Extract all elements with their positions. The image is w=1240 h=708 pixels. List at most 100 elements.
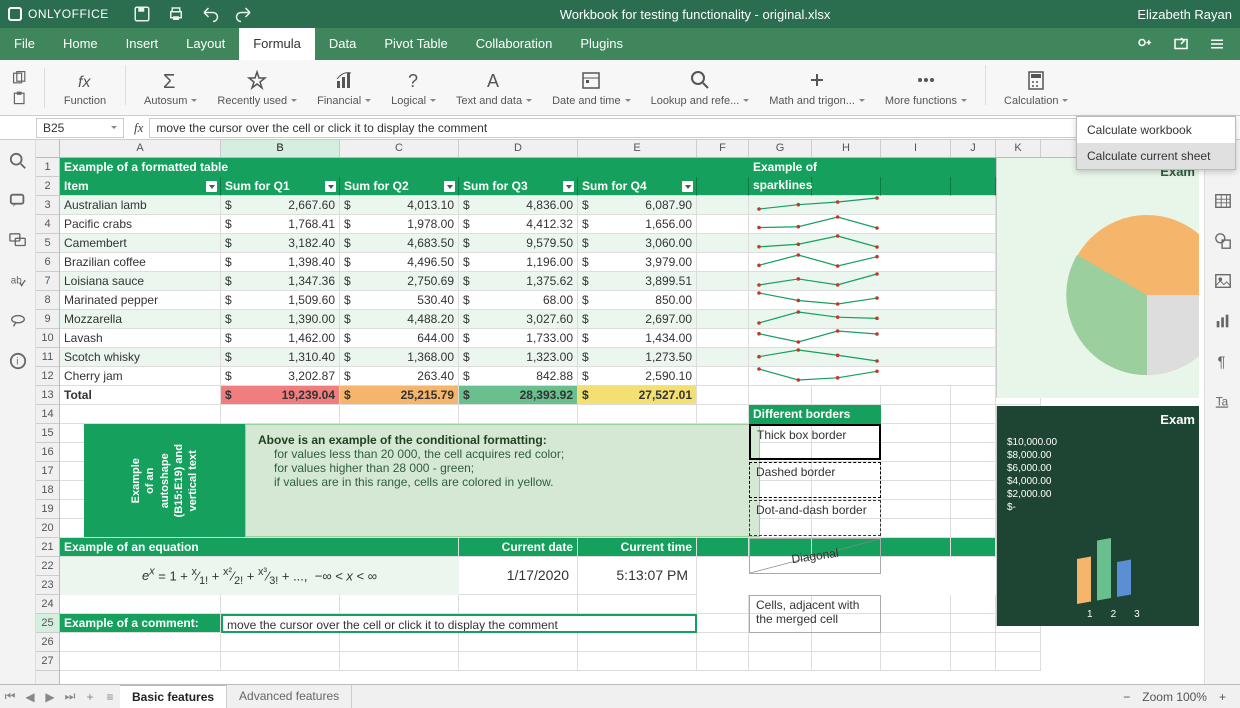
fx-icon[interactable]: fx: [134, 120, 143, 136]
tab-prev-icon[interactable]: ◀: [20, 690, 40, 704]
shape-settings-icon[interactable]: [1214, 232, 1232, 250]
copy-icon[interactable]: [12, 71, 28, 85]
name-box[interactable]: B25: [36, 118, 124, 138]
menu-formula[interactable]: Formula: [239, 28, 315, 60]
ribbon-lookup-and-refe-[interactable]: Lookup and refe...: [641, 65, 760, 111]
row-header-26[interactable]: 26: [36, 633, 59, 652]
zoom-out-icon[interactable]: −: [1123, 690, 1130, 704]
menu-file[interactable]: File: [0, 28, 49, 60]
textart-settings-icon[interactable]: Ta: [1214, 392, 1232, 410]
open-location-icon[interactable]: [1172, 35, 1190, 53]
row-header-19[interactable]: 19: [36, 500, 59, 519]
menu-pivot-table[interactable]: Pivot Table: [370, 28, 461, 60]
row-header-22[interactable]: 22: [36, 557, 59, 576]
tab-first-icon[interactable]: ⏮: [0, 689, 20, 704]
zoom-in-icon[interactable]: +: [1219, 690, 1226, 704]
ribbon-financial[interactable]: Financial: [307, 65, 381, 111]
row-header-21[interactable]: 21: [36, 538, 59, 557]
col-header-J[interactable]: J: [951, 140, 996, 157]
undo-icon[interactable]: [201, 5, 219, 23]
col-header-B[interactable]: B: [221, 140, 340, 157]
spreadsheet-grid[interactable]: ABCDEFGHIJK 1234567891011121314151617181…: [36, 140, 1204, 684]
row-header-17[interactable]: 17: [36, 462, 59, 481]
bar3d-chart-preview[interactable]: Exam$10,000.00$8,000.00$6,000.00$4,000.0…: [996, 406, 1199, 626]
menu-layout[interactable]: Layout: [172, 28, 239, 60]
chat-icon[interactable]: [9, 232, 27, 250]
ribbon-function[interactable]: fxFunction: [53, 65, 117, 111]
tab-last-icon[interactable]: ⏭: [60, 689, 80, 704]
sheet-tab-basic-features[interactable]: Basic features: [120, 685, 227, 708]
row-header-23[interactable]: 23: [36, 576, 59, 595]
row-header-5[interactable]: 5: [36, 234, 59, 253]
row-header-27[interactable]: 27: [36, 652, 59, 671]
row-header-16[interactable]: 16: [36, 443, 59, 462]
row-header-2[interactable]: 2: [36, 177, 59, 196]
current-date[interactable]: 1/17/2020: [459, 557, 578, 595]
chart-settings-icon[interactable]: [1214, 312, 1232, 330]
row-header-12[interactable]: 12: [36, 367, 59, 386]
row-header-8[interactable]: 8: [36, 291, 59, 310]
feedback-icon[interactable]: [9, 312, 27, 330]
paste-icon[interactable]: [12, 91, 28, 105]
comment-cell[interactable]: move the cursor over the cell or click i…: [221, 614, 697, 633]
calc-workbook-item[interactable]: Calculate workbook: [1077, 117, 1235, 143]
row-header-4[interactable]: 4: [36, 215, 59, 234]
col-header-F[interactable]: F: [697, 140, 749, 157]
pie-chart-preview[interactable]: Exam: [996, 158, 1199, 398]
row-header-25[interactable]: 25: [36, 614, 59, 633]
table-title[interactable]: Example of a formatted table: [60, 158, 697, 177]
row-header-24[interactable]: 24: [36, 595, 59, 614]
user-name[interactable]: Elizabeth Rayan: [1137, 7, 1232, 22]
tab-add-icon[interactable]: +: [80, 690, 100, 704]
table-header[interactable]: Sum for Q4: [578, 177, 697, 196]
col-header-K[interactable]: K: [996, 140, 1041, 157]
row-header-18[interactable]: 18: [36, 481, 59, 500]
col-header-H[interactable]: H: [812, 140, 881, 157]
spellcheck-icon[interactable]: ab: [9, 272, 27, 290]
comment-title[interactable]: Example of a comment:: [60, 614, 221, 633]
row-header-1[interactable]: 1: [36, 158, 59, 177]
ribbon-math-and-trigon-[interactable]: Math and trigon...: [759, 65, 875, 111]
col-header-A[interactable]: A: [60, 140, 221, 157]
row-header-7[interactable]: 7: [36, 272, 59, 291]
col-header-I[interactable]: I: [881, 140, 951, 157]
ribbon-calculation[interactable]: Calculation: [994, 65, 1078, 111]
menu-data[interactable]: Data: [315, 28, 370, 60]
tab-list-icon[interactable]: ≡: [100, 690, 120, 704]
ribbon-text-and-data[interactable]: AText and data: [446, 65, 542, 111]
row-header-6[interactable]: 6: [36, 253, 59, 272]
about-icon[interactable]: i: [9, 352, 27, 370]
row-header-20[interactable]: 20: [36, 519, 59, 538]
share-icon[interactable]: [1136, 35, 1154, 53]
ribbon-more-functions[interactable]: More functions: [875, 65, 977, 111]
tab-next-icon[interactable]: ▶: [40, 690, 60, 704]
save-icon[interactable]: [133, 5, 151, 23]
table-header[interactable]: Item: [60, 177, 221, 196]
formula-input[interactable]: [149, 118, 1182, 138]
table-settings-icon[interactable]: [1214, 192, 1232, 210]
redo-icon[interactable]: [235, 5, 253, 23]
col-header-D[interactable]: D: [459, 140, 578, 157]
menu-plugins[interactable]: Plugins: [566, 28, 637, 60]
col-header-G[interactable]: G: [749, 140, 812, 157]
row-header-11[interactable]: 11: [36, 348, 59, 367]
col-header-E[interactable]: E: [578, 140, 697, 157]
sheet-tab-advanced-features[interactable]: Advanced features: [227, 685, 352, 708]
comments-icon[interactable]: [9, 192, 27, 210]
menu-collaboration[interactable]: Collaboration: [462, 28, 567, 60]
print-icon[interactable]: [167, 5, 185, 23]
col-header-C[interactable]: C: [340, 140, 459, 157]
row-header-9[interactable]: 9: [36, 310, 59, 329]
ribbon-recently-used[interactable]: Recently used: [207, 65, 307, 111]
dotdash-border-example[interactable]: Dot-and-dash border: [749, 500, 881, 536]
text-settings-icon[interactable]: ¶: [1214, 352, 1232, 370]
menu-home[interactable]: Home: [49, 28, 112, 60]
row-header-10[interactable]: 10: [36, 329, 59, 348]
ribbon-date-and-time[interactable]: Date and time: [542, 65, 640, 111]
menu-insert[interactable]: Insert: [112, 28, 173, 60]
row-header-15[interactable]: 15: [36, 424, 59, 443]
row-header-3[interactable]: 3: [36, 196, 59, 215]
thick-border-example[interactable]: Thick box border: [749, 424, 881, 460]
search-icon[interactable]: [9, 152, 27, 170]
row-header-13[interactable]: 13: [36, 386, 59, 405]
